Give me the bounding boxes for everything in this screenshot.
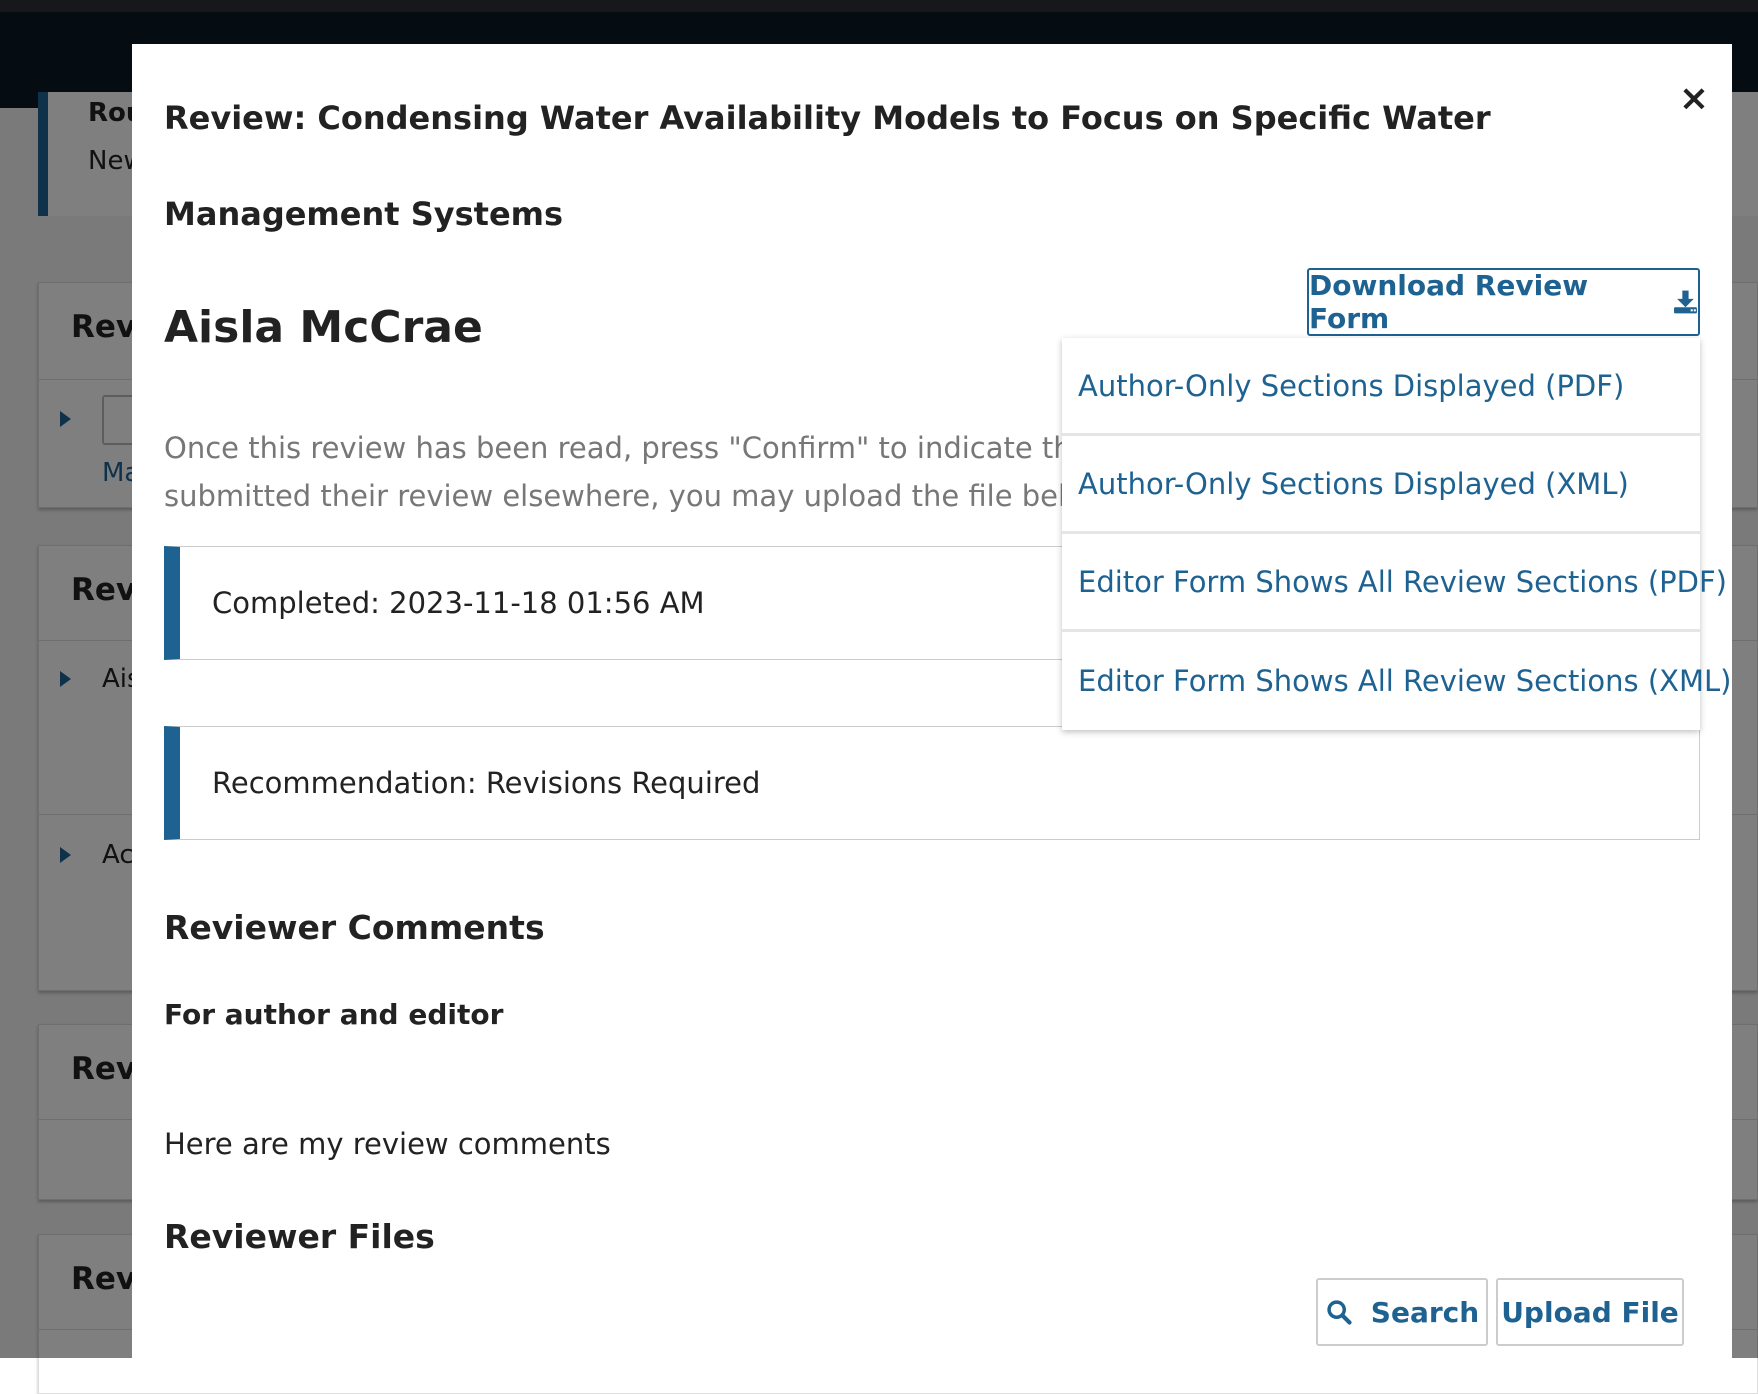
review-modal: Review: Condensing Water Availability Mo… [132, 44, 1732, 1358]
modal-title: Review: Condensing Water Availability Mo… [164, 99, 1491, 233]
reviewer-comments-heading: Reviewer Comments [164, 908, 545, 947]
menu-item-editor-pdf[interactable]: Editor Form Shows All Review Sections (P… [1062, 534, 1727, 632]
download-review-form-button[interactable]: Download Review Form [1307, 268, 1700, 336]
search-button-label: Search [1370, 1295, 1480, 1329]
reviewer-files-heading: Reviewer Files [164, 1217, 435, 1256]
upload-file-button[interactable]: Upload File [1496, 1278, 1684, 1346]
recommendation-text: Recommendation: Revisions Required [212, 766, 761, 800]
menu-item-author-pdf[interactable]: Author-Only Sections Displayed (PDF) [1062, 338, 1700, 436]
menu-item-editor-xml[interactable]: Editor Form Shows All Review Sections (X… [1062, 632, 1732, 730]
download-button-label: Download Review Form [1309, 269, 1589, 335]
search-icon [1327, 1300, 1352, 1325]
download-options-menu: Author-Only Sections Displayed (PDF) Aut… [1062, 338, 1732, 730]
recommendation-notice: Recommendation: Revisions Required [164, 726, 1700, 840]
close-icon[interactable]: × [1670, 74, 1718, 122]
download-icon [1674, 290, 1697, 314]
review-comment-text: Here are my review comments [164, 1127, 611, 1161]
comment-audience-label: For author and editor [164, 998, 504, 1031]
upload-button-label: Upload File [1501, 1295, 1679, 1329]
reviewer-name: Aisla McCrae [164, 302, 483, 353]
menu-item-author-xml[interactable]: Author-Only Sections Displayed (XML) [1062, 436, 1700, 534]
search-files-button[interactable]: Search [1316, 1278, 1488, 1346]
completed-date: Completed: 2023-11-18 01:56 AM [212, 586, 705, 620]
